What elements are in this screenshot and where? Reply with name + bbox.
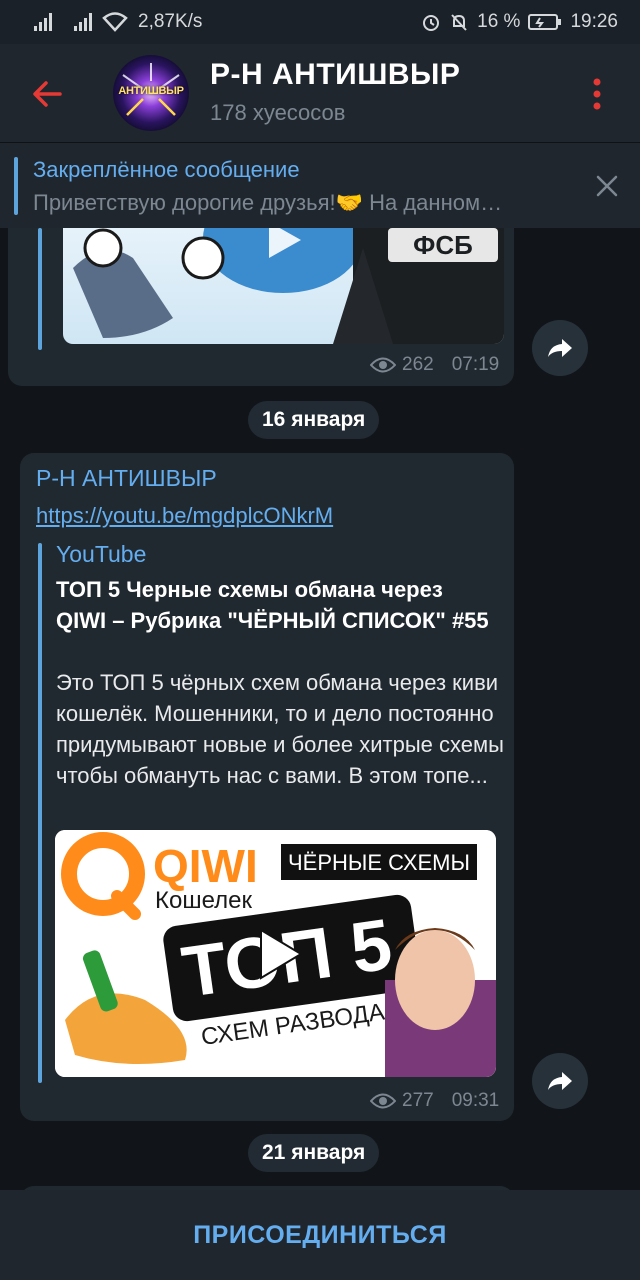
- message-bubble: Р-Н АНТИШВЫР https://youtu.be/mgdplcONkr…: [20, 453, 514, 1121]
- message-meta: 277 09:31: [370, 1090, 499, 1112]
- view-count: 262: [402, 354, 434, 375]
- black-schemes-tag: ЧЁРНЫЕ СХЕМЫ: [288, 850, 470, 875]
- message-bubble: ФСБ 262 07:19: [8, 228, 514, 386]
- network-speed: 2,87K/s: [138, 11, 203, 32]
- pinned-close-button[interactable]: [590, 169, 624, 203]
- channel-title[interactable]: Р-Н АНТИШВЫР: [210, 58, 460, 92]
- more-vertical-icon: [593, 78, 601, 110]
- status-bar: 2,87K/s 16 % 19:26: [0, 0, 640, 44]
- join-button[interactable]: ПРИСОЕДИНИТЬСЯ: [0, 1190, 640, 1280]
- pinned-title: Закреплённое сообщение: [33, 157, 300, 182]
- cell-signal-2-icon: [74, 13, 92, 31]
- pinned-message[interactable]: Закреплённое сообщение Приветствую дорог…: [0, 142, 640, 228]
- message-list[interactable]: ФСБ 262 07:19 16 января Р-Н АНТИШВЫР htt…: [0, 228, 640, 1190]
- mute-bell-icon: [451, 14, 467, 31]
- video-thumbnail[interactable]: ФСБ: [63, 228, 504, 344]
- cell-signal-icon: [34, 13, 52, 31]
- message-time: 07:19: [451, 354, 500, 375]
- share-button[interactable]: [532, 1053, 588, 1109]
- preview-description: Это ТОП 5 чёрных схем обмана через киви …: [56, 670, 504, 788]
- preview-accent-bar: [38, 228, 42, 350]
- preview-title: ТОП 5 Черные схемы обмана через QIWI – Р…: [56, 577, 489, 633]
- video-thumbnail[interactable]: QIWI Кошелек ЧЁРНЫЕ СХЕМЫ ТОП 5 СХЕМ РАЗ…: [55, 830, 496, 1077]
- view-count: 277: [402, 1090, 434, 1111]
- alarm-icon: [423, 15, 440, 31]
- close-icon: [596, 175, 618, 197]
- wifi-icon: [102, 12, 128, 32]
- channel-avatar[interactable]: АНТИШВЫР: [113, 55, 189, 131]
- share-button[interactable]: [532, 320, 588, 376]
- eye-icon: [370, 357, 396, 373]
- more-menu-button[interactable]: [584, 72, 610, 116]
- message-link[interactable]: https://youtu.be/mgdplcONkrM: [36, 503, 333, 529]
- message-meta: 262 07:19: [370, 354, 499, 376]
- date-separator: 21 января: [248, 1134, 380, 1172]
- eye-icon: [370, 1093, 396, 1109]
- back-button[interactable]: [26, 72, 70, 116]
- battery-icon: [528, 14, 562, 30]
- subscriber-count: 178 хуесосов: [210, 100, 346, 125]
- sender-name[interactable]: Р-Н АНТИШВЫР: [36, 465, 217, 492]
- pinned-accent-bar: [14, 157, 18, 215]
- qiwi-logo-text: QIWI: [153, 840, 258, 892]
- fsb-badge: ФСБ: [413, 230, 473, 260]
- arrow-left-icon: [33, 81, 62, 107]
- join-label: ПРИСОЕДИНИТЬСЯ: [193, 1220, 447, 1249]
- qiwi-sub-text: Кошелек: [155, 887, 252, 914]
- chat-header: АНТИШВЫР Р-Н АНТИШВЫР 178 хуесосов: [0, 44, 640, 142]
- message-time: 09:31: [451, 1090, 500, 1111]
- share-arrow-icon: [548, 339, 572, 357]
- date-separator: 16 января: [248, 401, 380, 439]
- clock: 19:26: [570, 11, 618, 32]
- preview-site-name: YouTube: [56, 541, 147, 567]
- pinned-text: Приветствую дорогие друзья!🤝 На данном…: [33, 190, 503, 215]
- avatar-label: АНТИШВЫР: [118, 85, 184, 97]
- battery-percent: 16 %: [477, 11, 521, 32]
- share-arrow-icon: [548, 1072, 572, 1090]
- preview-accent-bar: [38, 543, 42, 1083]
